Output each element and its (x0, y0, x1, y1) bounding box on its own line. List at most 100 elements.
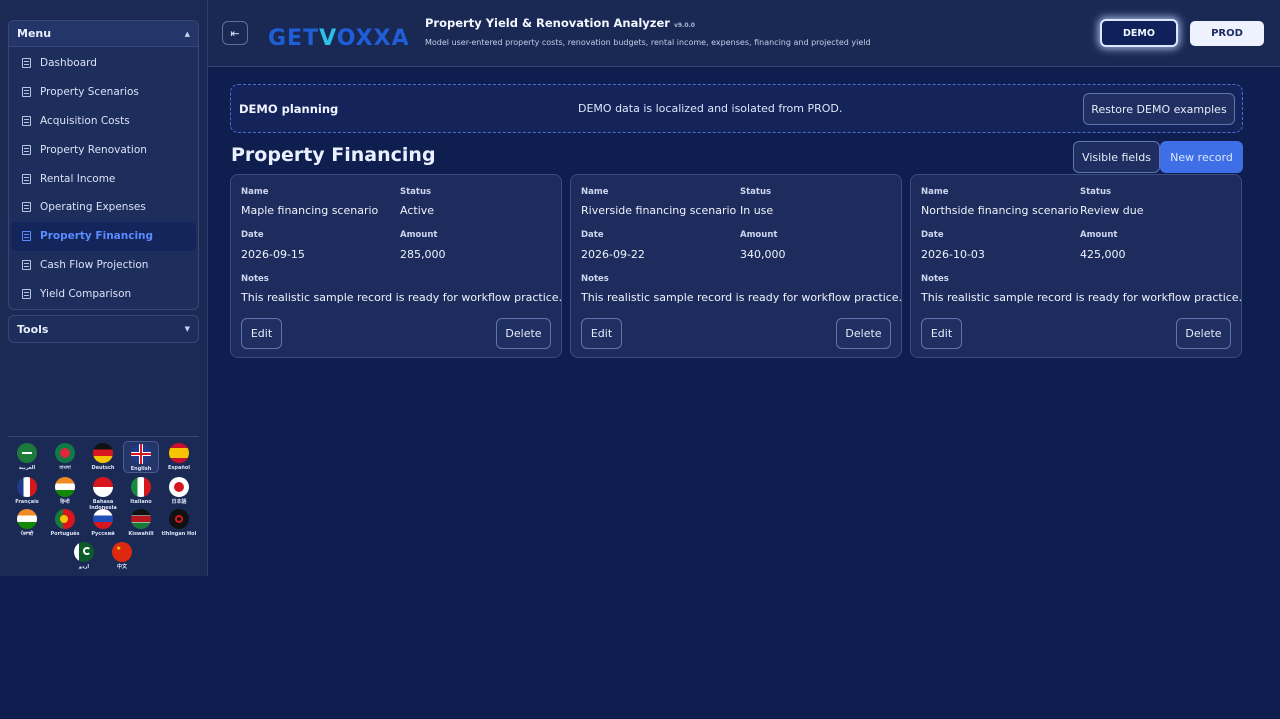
menu-header[interactable]: Menu ▲ (9, 21, 198, 47)
language-japanese[interactable]: 日本語 (161, 477, 197, 505)
document-icon (22, 259, 31, 270)
edit-button[interactable]: Edit (241, 318, 282, 349)
document-icon (22, 173, 31, 184)
name-label: Name (581, 187, 609, 197)
status-value: Review due (1080, 204, 1144, 217)
tools-panel[interactable]: Tools ▼ (8, 315, 199, 343)
language-french[interactable]: Français (9, 477, 45, 505)
delete-button[interactable]: Delete (496, 318, 551, 349)
demo-mode-button[interactable]: DEMO (1100, 19, 1178, 47)
document-icon (22, 115, 31, 126)
name-label: Name (921, 187, 949, 197)
edit-button[interactable]: Edit (581, 318, 622, 349)
name-value: Riverside financing scenario (581, 204, 737, 217)
sidebar-item-label: Cash Flow Projection (40, 258, 149, 271)
spain-flag-icon (169, 443, 189, 463)
sidebar-item-property-financing[interactable]: Property Financing (11, 221, 196, 251)
sidebar-item-property-scenarios[interactable]: Property Scenarios (11, 78, 196, 107)
language-german[interactable]: Deutsch (85, 443, 121, 471)
language-chinese[interactable]: ★ 中文 (104, 542, 140, 570)
delete-button[interactable]: Delete (1176, 318, 1231, 349)
notes-value: This realistic sample record is ready fo… (581, 291, 903, 304)
language-label: हिन्दी (60, 499, 70, 505)
language-label: Русский (91, 531, 115, 537)
restore-demo-button[interactable]: Restore DEMO examples (1083, 93, 1235, 125)
language-label: Kiswahili (128, 531, 154, 537)
sidebar-item-operating-expenses[interactable]: Operating Expenses (11, 193, 196, 222)
menu-panel: Menu ▲ Dashboard Property Scenarios Acqu… (8, 20, 199, 310)
language-label: tlhIngan Hol (161, 531, 197, 537)
document-icon (22, 87, 31, 98)
page-title: Property Financing (231, 144, 436, 166)
india-flag-icon (55, 477, 75, 497)
language-russian[interactable]: Русский (85, 509, 121, 537)
language-arabic[interactable]: العربية (9, 443, 45, 471)
language-hindi[interactable]: हिन्दी (47, 477, 83, 505)
language-indonesian[interactable]: Bahasa Indonesia (85, 477, 121, 511)
language-bengali[interactable]: বাংলা (47, 443, 83, 471)
sidebar-item-yield-comparison[interactable]: Yield Comparison (11, 279, 196, 308)
language-selector: العربية বাংলা Deutsch English Español Fr… (8, 436, 199, 570)
china-flag-icon: ★ (112, 542, 132, 562)
sidebar-item-property-renovation[interactable]: Property Renovation (11, 135, 196, 164)
edit-button[interactable]: Edit (921, 318, 962, 349)
language-label: Français (15, 499, 39, 505)
tools-header[interactable]: Tools ▼ (9, 316, 198, 342)
language-label: 中文 (116, 564, 127, 570)
prod-mode-button[interactable]: PROD (1190, 21, 1264, 46)
notes-label: Notes (921, 274, 949, 284)
logo-text: GETVOXXA (268, 26, 410, 51)
sidebar-item-rental-income[interactable]: Rental Income (11, 164, 196, 193)
language-label: ਪੰਜਾਬੀ (20, 531, 34, 537)
language-label: Português (50, 531, 80, 537)
name-value: Maple financing scenario (241, 204, 379, 217)
pakistan-flag-icon (74, 542, 94, 562)
language-portuguese[interactable]: Português (47, 509, 83, 537)
delete-button[interactable]: Delete (836, 318, 891, 349)
document-icon (22, 58, 31, 69)
language-punjabi[interactable]: ਪੰਜਾਬੀ (9, 509, 45, 537)
logo-part: GET (268, 26, 320, 51)
amount-value: 425,000 (1080, 248, 1126, 261)
logo-part: V (319, 26, 337, 51)
russia-flag-icon (93, 509, 113, 529)
app-title-text: Property Yield & Renovation Analyzer (425, 16, 670, 30)
saudi-flag-icon (17, 443, 37, 463)
language-spanish[interactable]: Español (161, 443, 197, 471)
menu-title: Menu (17, 27, 52, 40)
sidebar-item-acquisition-costs[interactable]: Acquisition Costs (11, 107, 196, 136)
language-label: 日本語 (171, 499, 187, 505)
visible-fields-button[interactable]: Visible fields (1073, 141, 1160, 173)
language-swahili[interactable]: Kiswahili (123, 509, 159, 537)
notes-value: This realistic sample record is ready fo… (921, 291, 1243, 304)
language-klingon[interactable]: tlhIngan Hol (161, 509, 197, 537)
status-value: Active (400, 204, 435, 217)
date-label: Date (581, 230, 604, 240)
banner-message: DEMO data is localized and isolated from… (578, 102, 843, 115)
klingon-emblem-icon (169, 509, 189, 529)
new-record-button[interactable]: New record (1160, 141, 1243, 173)
language-label: Italiano (130, 499, 152, 505)
date-label: Date (241, 230, 264, 240)
sidebar-item-cash-flow-projection[interactable]: Cash Flow Projection (11, 251, 196, 280)
document-icon (22, 231, 31, 242)
language-english[interactable]: English (123, 441, 159, 473)
sidebar-item-label: Rental Income (40, 172, 116, 185)
sidebar-item-dashboard[interactable]: Dashboard (11, 49, 196, 78)
language-urdu[interactable]: اردو (66, 542, 102, 570)
collapse-sidebar-button[interactable]: ⇤ (222, 21, 248, 45)
app-logo: GETVOXXA (268, 18, 413, 54)
app-subtitle: Model user-entered property costs, renov… (425, 38, 871, 47)
japan-flag-icon (169, 477, 189, 497)
indonesia-flag-icon (93, 477, 113, 497)
amount-label: Amount (740, 230, 778, 240)
date-label: Date (921, 230, 944, 240)
sidebar-item-label: Property Financing (40, 230, 154, 243)
uk-flag-icon (131, 444, 151, 464)
italy-flag-icon (131, 477, 151, 497)
sidebar: Menu ▲ Dashboard Property Scenarios Acqu… (0, 0, 208, 576)
language-italian[interactable]: Italiano (123, 477, 159, 505)
notes-value: This realistic sample record is ready fo… (241, 291, 563, 304)
notes-label: Notes (241, 274, 269, 284)
language-label: Deutsch (91, 465, 115, 471)
